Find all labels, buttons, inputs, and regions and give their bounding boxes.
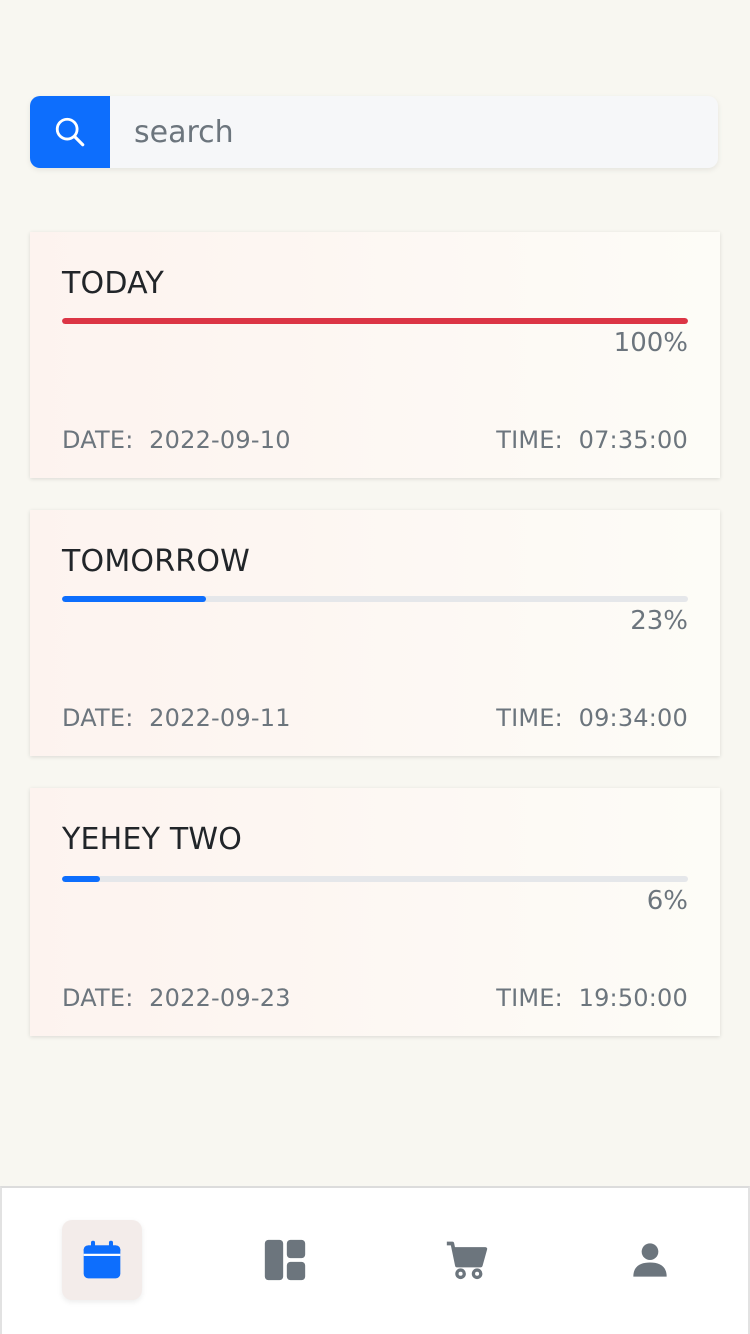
task-time: TIME: 07:35:00 [496,426,688,454]
task-time: TIME: 09:34:00 [496,704,688,732]
bottom-nav [0,1186,750,1334]
progress-fill [62,876,100,882]
progress-percent: 6% [646,886,688,916]
task-title: TODAY [62,266,165,301]
progress-percent: 100% [613,328,688,358]
progress-bar [62,596,688,602]
calendar-icon [83,1240,121,1279]
progress-bar [62,318,688,324]
task-title: YEHEY TWO [62,822,243,857]
nav-calendar[interactable] [62,1220,142,1300]
user-icon [633,1243,667,1277]
progress-percent: 23% [630,606,688,636]
progress-fill [62,596,206,602]
nav-cart[interactable] [427,1220,507,1300]
nav-dashboard[interactable] [245,1220,325,1300]
cart-icon [446,1241,488,1280]
task-card-1[interactable]: TOMORROW 23% DATE: 2022-09-11 TIME: 09:3… [30,510,720,756]
search-icon [55,117,85,147]
task-card-0[interactable]: TODAY 100% DATE: 2022-09-10 TIME: 07:35:… [30,232,720,478]
task-date: DATE: 2022-09-23 [62,984,291,1012]
search-button[interactable] [30,96,110,168]
progress-fill [62,318,688,324]
progress-bar [62,876,688,882]
task-date: DATE: 2022-09-10 [62,426,291,454]
dashboard-icon [264,1239,306,1281]
task-card-2[interactable]: YEHEY TWO 6% DATE: 2022-09-23 TIME: 19:5… [30,788,720,1036]
nav-profile[interactable] [610,1220,690,1300]
search-bar [30,96,718,168]
task-date: DATE: 2022-09-11 [62,704,291,732]
task-time: TIME: 19:50:00 [496,984,688,1012]
task-title: TOMORROW [62,544,251,579]
search-input[interactable] [110,96,718,168]
